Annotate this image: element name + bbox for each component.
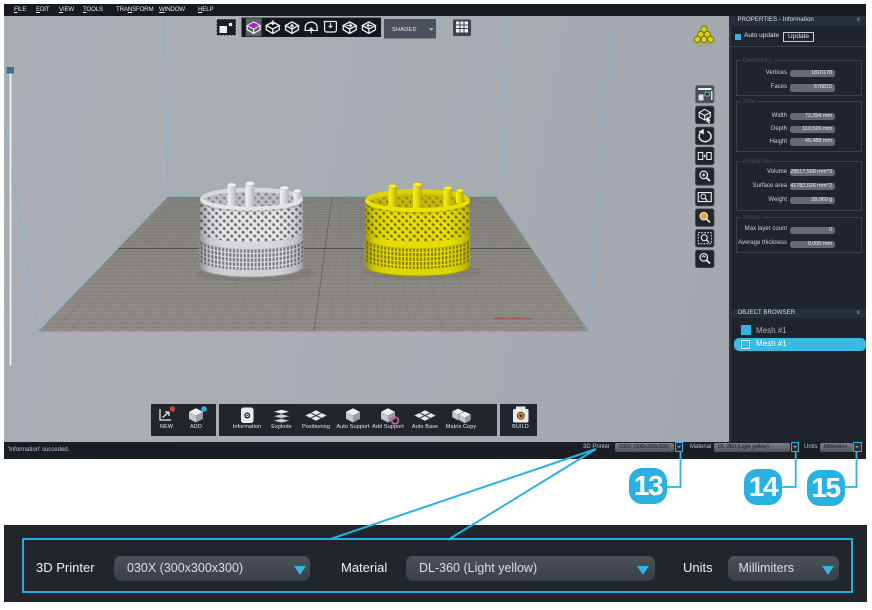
svg-text:NAUTA: NAUTA <box>696 42 712 47</box>
svg-text:SHADED: SHADED <box>392 27 417 33</box>
